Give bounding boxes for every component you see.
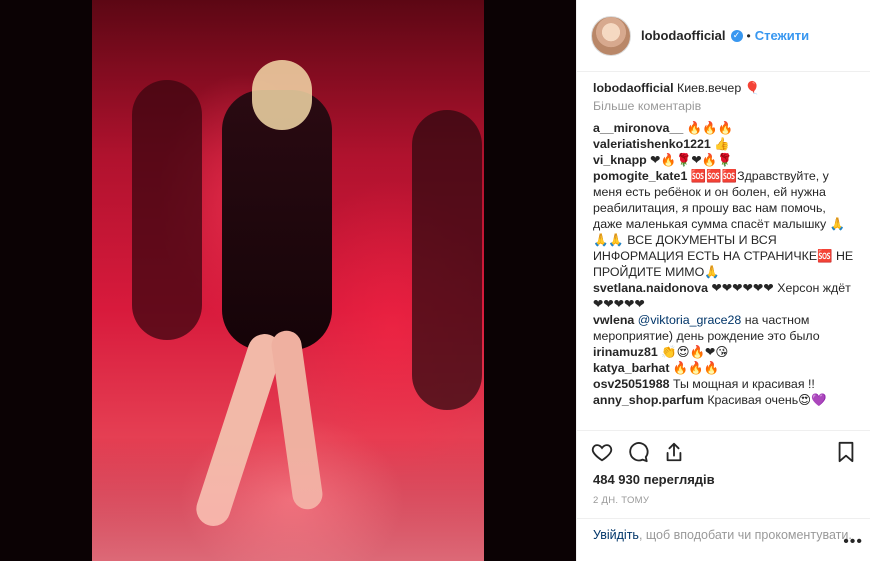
video-scene-figure-right	[412, 110, 482, 410]
video-scene-floor	[92, 441, 484, 561]
comment-username[interactable]: vi_knapp	[593, 153, 647, 167]
more-options-icon[interactable]: •••	[843, 533, 863, 550]
login-prompt: Увійдіть, щоб вподобати чи прокоментуват…	[577, 518, 870, 561]
share-icon[interactable]	[663, 441, 685, 463]
comment-item: svetlana.naidonova ❤❤❤❤❤❤ Херсон ждёт ❤❤…	[593, 280, 858, 312]
balloon-icon: 🎈	[744, 81, 761, 95]
comment-item: vwlena @viktoria_grace28 на частном меро…	[593, 312, 858, 344]
post-sidebar: lobodaofficial ✓ • Стежити lobodaofficia…	[576, 0, 870, 561]
post-media[interactable]	[0, 0, 576, 561]
comment-item: valeriatishenko1221 👍	[593, 136, 858, 152]
comment-item: a__mironova__ 🔥🔥🔥	[593, 120, 858, 136]
comment-text: 🆘🆘🆘Здравствуйте, у меня есть ребёнок и о…	[593, 169, 854, 279]
comment-item: irinamuz81 👏😍🔥❤😘	[593, 344, 858, 360]
post-caption: lobodaofficial Киев.вечер 🎈	[593, 80, 858, 96]
video-frame[interactable]	[92, 0, 484, 561]
comment-icon[interactable]	[627, 441, 649, 463]
comments-list[interactable]: lobodaofficial Киев.вечер 🎈 Більше комен…	[593, 80, 858, 430]
login-link[interactable]: Увійдіть	[593, 528, 639, 542]
comment-text: 👏😍🔥❤😘	[661, 345, 729, 359]
username-link[interactable]: lobodaofficial	[641, 28, 726, 43]
comment-username[interactable]: pomogite_kate1	[593, 169, 687, 183]
comment-item: vi_knapp ❤🔥🌹❤🔥🌹	[593, 152, 858, 168]
views-count[interactable]: 484 930 переглядів	[593, 472, 715, 487]
follow-button[interactable]: Стежити	[755, 28, 809, 43]
comment-username[interactable]: irinamuz81	[593, 345, 658, 359]
comment-username[interactable]: vwlena	[593, 313, 634, 327]
comment-username[interactable]: anny_shop.parfum	[593, 393, 704, 407]
comment-username[interactable]: katya_barhat	[593, 361, 669, 375]
caption-text: Киев.вечер	[677, 81, 742, 95]
comment-username[interactable]: svetlana.naidonova	[593, 281, 708, 295]
comment-mention-link[interactable]: @viktoria_grace28	[638, 313, 742, 327]
avatar[interactable]	[591, 15, 631, 56]
comment-username[interactable]: valeriatishenko1221	[593, 137, 711, 151]
video-scene-performer-head	[252, 60, 312, 130]
post-header: lobodaofficial ✓ • Стежити	[577, 0, 870, 72]
comment-username[interactable]: a__mironova__	[593, 121, 683, 135]
separator-dot: •	[746, 28, 751, 43]
comment-text: Красивая очень😍💜	[707, 393, 827, 407]
comment-item: pomogite_kate1 🆘🆘🆘Здравствуйте, у меня е…	[593, 168, 858, 280]
comment-item: osv25051988 Ты мощная и красивая !!	[593, 376, 858, 392]
comment-text: Ты мощная и красивая !!	[672, 377, 815, 391]
comment-text: ❤🔥🌹❤🔥🌹	[650, 153, 733, 167]
caption-username[interactable]: lobodaofficial	[593, 81, 674, 95]
verified-badge-icon: ✓	[730, 29, 743, 42]
action-bar	[577, 430, 870, 466]
more-comments-button[interactable]: Більше коментарів	[593, 98, 858, 114]
comment-item: anny_shop.parfum Красивая очень😍💜	[593, 392, 858, 408]
comment-username[interactable]: osv25051988	[593, 377, 669, 391]
post-timestamp[interactable]: 2 ДН. ТОМУ	[593, 495, 649, 506]
comment-text: 🔥🔥🔥	[686, 121, 733, 135]
bookmark-icon[interactable]	[835, 441, 857, 463]
heart-icon[interactable]	[591, 441, 613, 463]
comment-text: 👍	[714, 137, 730, 151]
comment-text: 🔥🔥🔥	[672, 361, 720, 375]
comment-item: katya_barhat 🔥🔥🔥	[593, 360, 858, 376]
login-prompt-text: , щоб вподобати чи прокоментувати.	[638, 528, 852, 542]
video-scene-figure-left	[132, 80, 202, 340]
